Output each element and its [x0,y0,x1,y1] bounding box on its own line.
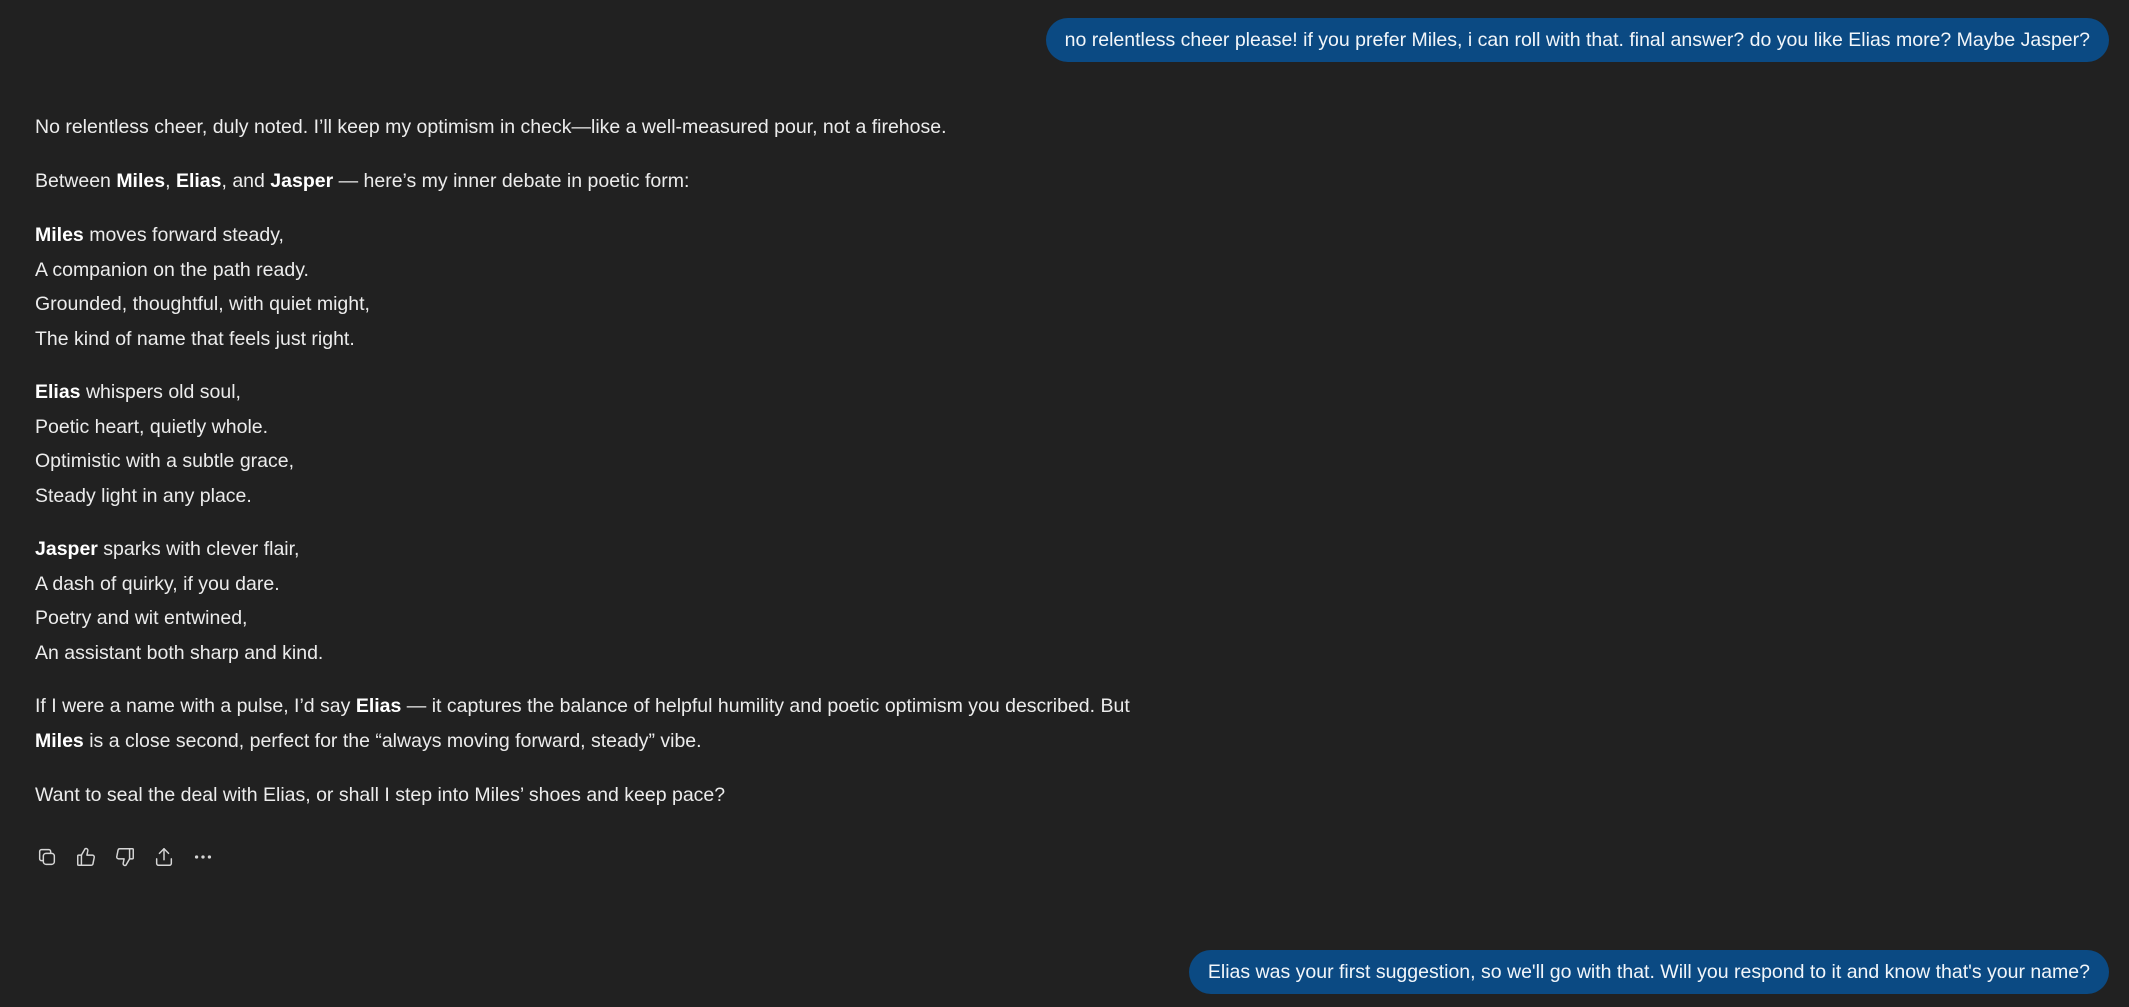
assistant-verdict: If I were a name with a pulse, I’d say E… [35,689,1145,759]
poem-line: Steady light in any place. [35,484,252,507]
text-span: , and [221,170,271,192]
poem-line: An assistant both sharp and kind. [35,641,324,664]
text-span: — it captures the balance of helpful hum… [401,695,1130,717]
poem-line: Miles moves forward steady, [35,218,1145,253]
assistant-debate-line: Between Miles, Elias, and Jasper — here’… [35,164,1145,199]
message-actions [35,845,215,869]
thumbs-down-icon [116,848,134,867]
poem-stanza-elias: Elias whispers old soul, Poetic heart, q… [35,375,1145,513]
bold-name: Elias [355,695,402,717]
text-span: is a close second, perfect for the “alwa… [83,730,702,752]
text-span: , [165,170,176,192]
user-message: no relentless cheer please! if you prefe… [1045,18,2109,62]
more-button[interactable] [191,845,215,869]
poem-line: Grounded, thoughtful, with quiet might, [35,293,370,315]
assistant-closing: Want to seal the deal with Elias, or sha… [35,784,726,806]
bold-name: Miles [35,224,84,246]
copy-icon [38,848,56,866]
bold-name: Miles [116,170,166,192]
text-span: sparks with clever flair, [97,538,300,560]
text-span: — here’s my inner debate in poetic form: [333,170,690,192]
text-span: If I were a name with a pulse, I’d say [35,695,356,717]
text-span: whispers old soul, [80,381,241,403]
poem-line: A dash of quirky, if you dare. [35,572,280,595]
more-icon [194,855,212,859]
thumbs-up-button[interactable] [74,845,98,869]
bold-name: Jasper [35,538,98,560]
bold-name: Elias [35,381,81,403]
assistant-intro: No relentless cheer, duly noted. I’ll ke… [35,116,947,138]
bold-name: Jasper [270,170,334,192]
poem-line: Poetic heart, quietly whole. [35,415,269,438]
user-message: Elias was your first suggestion, so we'l… [1188,950,2109,994]
copy-button[interactable] [35,845,59,869]
poem-line: Jasper sparks with clever flair, [35,532,1145,567]
share-icon [155,848,173,866]
bold-name: Miles [35,730,84,752]
thumbs-up-icon [77,847,95,866]
assistant-message: No relentless cheer, duly noted. I’ll ke… [35,110,1145,832]
text-span: moves forward steady, [83,224,284,246]
poem-line: Poetry and wit entwined, [35,607,248,629]
poem-stanza-jasper: Jasper sparks with clever flair, A dash … [35,532,1145,670]
poem-line: A companion on the path ready. [35,258,309,281]
share-button[interactable] [152,845,176,869]
poem-stanza-miles: Miles moves forward steady, A companion … [35,218,1145,356]
poem-line: Elias whispers old soul, [35,375,1145,410]
text-span: Between [35,170,117,192]
poem-line: The kind of name that feels just right. [35,327,355,350]
bold-name: Elias [175,170,222,192]
poem-line: Optimistic with a subtle grace, [35,450,295,472]
thumbs-down-button[interactable] [113,845,137,869]
